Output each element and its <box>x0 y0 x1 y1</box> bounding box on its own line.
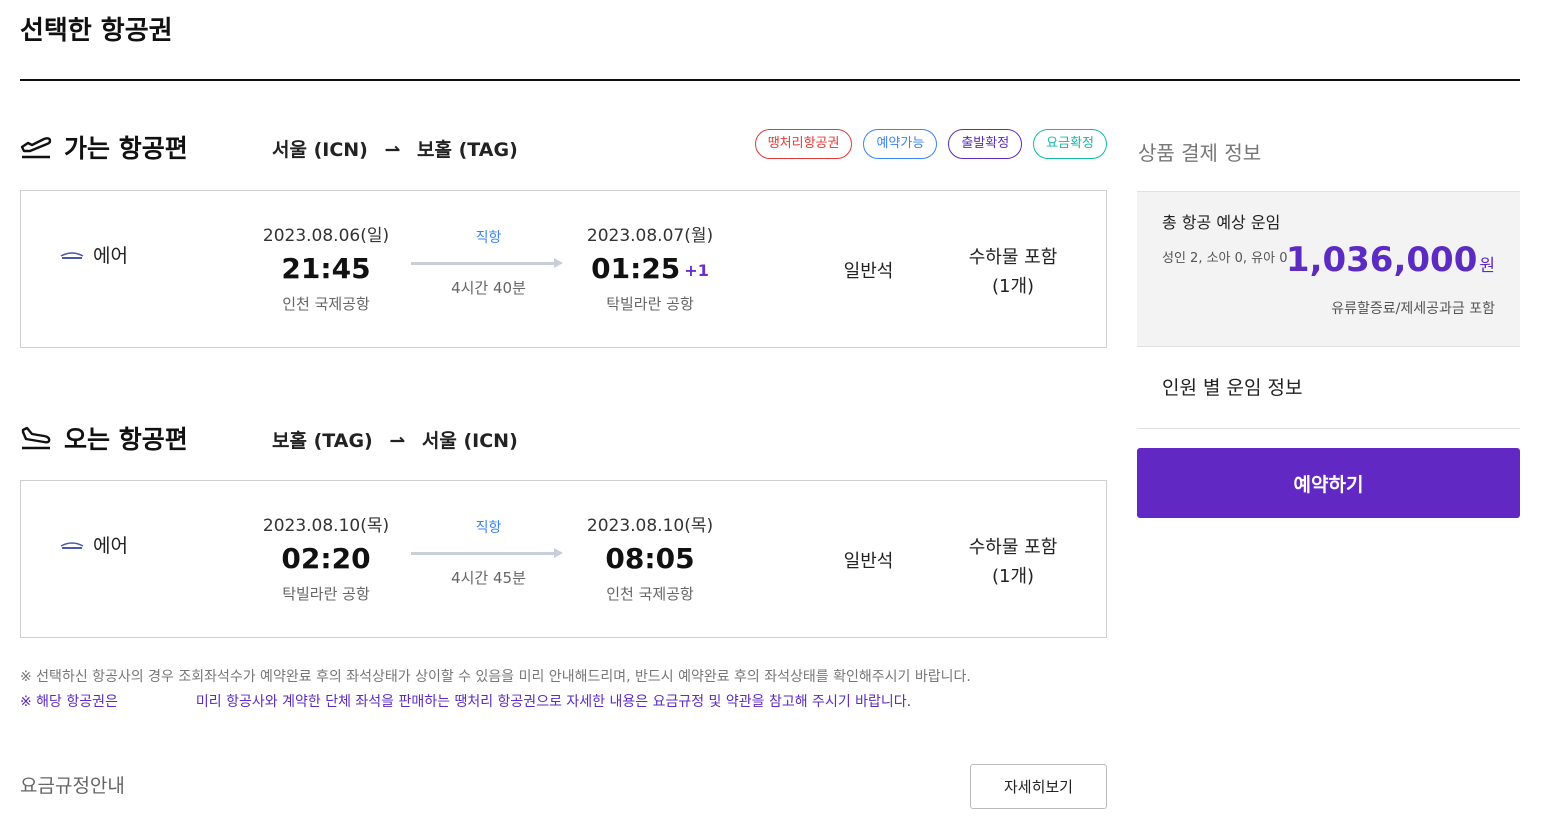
inbound-section-title: 오는 항공편 <box>64 425 188 454</box>
payment-info-title: 상품 결제 정보 <box>1138 141 1262 165</box>
currency-unit: 원 <box>1479 256 1495 276</box>
badge-bookable: 예약가능 <box>863 129 938 159</box>
total-fare: 1,036,000 원 <box>1286 240 1495 280</box>
arrival-time: 01:25 <box>591 252 681 285</box>
route-origin: 서울 (ICN) <box>272 139 368 161</box>
route-arrow-icon: ⇀ <box>384 139 401 161</box>
baggage-included: 수하물 포함 <box>968 247 1058 268</box>
airline-logo-icon <box>60 541 84 549</box>
airline-logo-icon <box>60 251 84 259</box>
departure-info: 2023.08.10(목) 02:20 탁빌라란 공항 <box>236 511 416 604</box>
departure-info: 2023.08.06(일) 21:45 인천 국제공항 <box>236 221 416 314</box>
arrival-info: 2023.08.10(목) 08:05 인천 국제공항 <box>560 511 740 604</box>
route-destination: 보홀 (TAG) <box>417 139 518 161</box>
route-origin: 보홀 (TAG) <box>272 430 373 452</box>
flight-duration-info: 직항 4시간 45분 <box>411 517 566 588</box>
arrival-date: 2023.08.07(월) <box>586 226 714 246</box>
fare-rules-detail-button[interactable]: 자세히보기 <box>970 764 1107 809</box>
per-person-fare-toggle[interactable]: 인원 별 운임 정보 <box>1137 346 1520 429</box>
airline-name: 에어 <box>93 535 128 557</box>
badge-last-minute: 땡처리항공권 <box>754 129 853 159</box>
seat-class: 일반석 <box>843 551 894 572</box>
inbound-route: 보홀 (TAG) ⇀ 서울 (ICN) <box>272 426 518 453</box>
departure-airport: 탁빌라란 공항 <box>282 585 370 603</box>
badge-departure-confirmed: 출발확정 <box>948 129 1023 159</box>
flight-duration-info: 직항 4시간 40분 <box>411 227 566 298</box>
departure-date: 2023.08.06(일) <box>262 226 390 246</box>
baggage-count: (1개) <box>991 566 1035 587</box>
arrival-date: 2023.08.10(목) <box>586 516 714 536</box>
airline: 에어 <box>59 531 128 558</box>
plus-day-badge: +1 <box>684 260 709 280</box>
landing-plane-icon <box>21 426 51 450</box>
airline: 에어 <box>59 241 128 268</box>
flight-arrow-icon <box>411 548 566 558</box>
outbound-flight-card: 에어 2023.08.06(일) 21:45 인천 국제공항 직항 4시간 40… <box>20 190 1107 348</box>
route-destination: 서울 (ICN) <box>421 430 518 452</box>
fare-includes-note: 유류할증료/제세공과금 포함 <box>1331 301 1495 317</box>
title-divider <box>20 79 1520 81</box>
baggage-count: (1개) <box>991 276 1035 297</box>
total-fare-label: 총 항공 예상 운임 <box>1162 213 1281 232</box>
airline-name: 에어 <box>93 245 128 267</box>
departure-airport: 인천 국제공항 <box>282 295 370 313</box>
arrival-airport: 인천 국제공항 <box>606 585 694 603</box>
inbound-section-header: 오는 항공편 보홀 (TAG) ⇀ 서울 (ICN) <box>20 418 1107 458</box>
departure-date: 2023.08.10(목) <box>262 516 390 536</box>
baggage-info: 수하물 포함 (1개) <box>951 243 1075 301</box>
departure-time: 21:45 <box>281 252 371 285</box>
arrival-time-row: 01:25 +1 <box>560 252 740 285</box>
notice-end: 미리 항공사와 계약한 단체 좌석을 판매하는 땡처리 항공권으로 자세한 내용… <box>195 694 912 710</box>
payment-summary-box: 총 항공 예상 운임 성인 2, 소아 0, 유아 0 1,036,000 원 유… <box>1137 191 1520 346</box>
direct-flight-label: 직항 <box>475 230 502 246</box>
arrival-info: 2023.08.07(월) 01:25 +1 탁빌라란 공항 <box>560 221 740 314</box>
outbound-section-header: 가는 항공편 서울 (ICN) ⇀ 보홀 (TAG) 땡처리항공권 예약가능 출… <box>20 127 1107 167</box>
baggage-included: 수하물 포함 <box>968 537 1058 558</box>
takeoff-plane-icon <box>20 137 52 159</box>
flight-duration: 4시간 45분 <box>451 569 526 587</box>
ticket-badges: 땡처리항공권 예약가능 출발확정 요금확정 <box>754 129 1107 159</box>
flight-duration: 4시간 40분 <box>451 279 526 297</box>
arrival-airport: 탁빌라란 공항 <box>606 295 694 313</box>
per-person-fare-label: 인원 별 운임 정보 <box>1162 377 1303 399</box>
inbound-flight-card: 에어 2023.08.10(목) 02:20 탁빌라란 공항 직항 4시간 45… <box>20 480 1107 638</box>
seat-status-notice: ※ 선택하신 항공사의 경우 조회좌석수가 예약완료 후의 좌석상태가 상이할 … <box>20 669 971 685</box>
last-minute-ticket-notice: ※ 해당 항공권은 미리 항공사와 계약한 단체 좌석을 판매하는 땡처리 항공권… <box>20 691 911 711</box>
outbound-section-title: 가는 항공편 <box>64 134 188 163</box>
direct-flight-label: 직항 <box>475 520 502 536</box>
arrival-time: 08:05 <box>605 542 695 575</box>
departure-time: 02:20 <box>281 542 371 575</box>
badge-fare-confirmed: 요금확정 <box>1033 129 1107 159</box>
route-arrow-icon: ⇀ <box>389 430 406 452</box>
baggage-info: 수하물 포함 (1개) <box>951 533 1075 591</box>
seat-class: 일반석 <box>843 261 894 282</box>
page-title: 선택한 항공권 <box>20 16 173 46</box>
total-amount: 1,036,000 <box>1285 240 1478 280</box>
fare-rules-title: 요금규정안내 <box>20 775 125 797</box>
outbound-route: 서울 (ICN) ⇀ 보홀 (TAG) <box>272 135 518 162</box>
flight-arrow-icon <box>411 258 566 268</box>
book-button[interactable]: 예약하기 <box>1137 448 1520 518</box>
passenger-count: 성인 2, 소아 0, 유아 0 <box>1162 251 1288 266</box>
notice-start: ※ 해당 항공권은 <box>20 694 118 710</box>
